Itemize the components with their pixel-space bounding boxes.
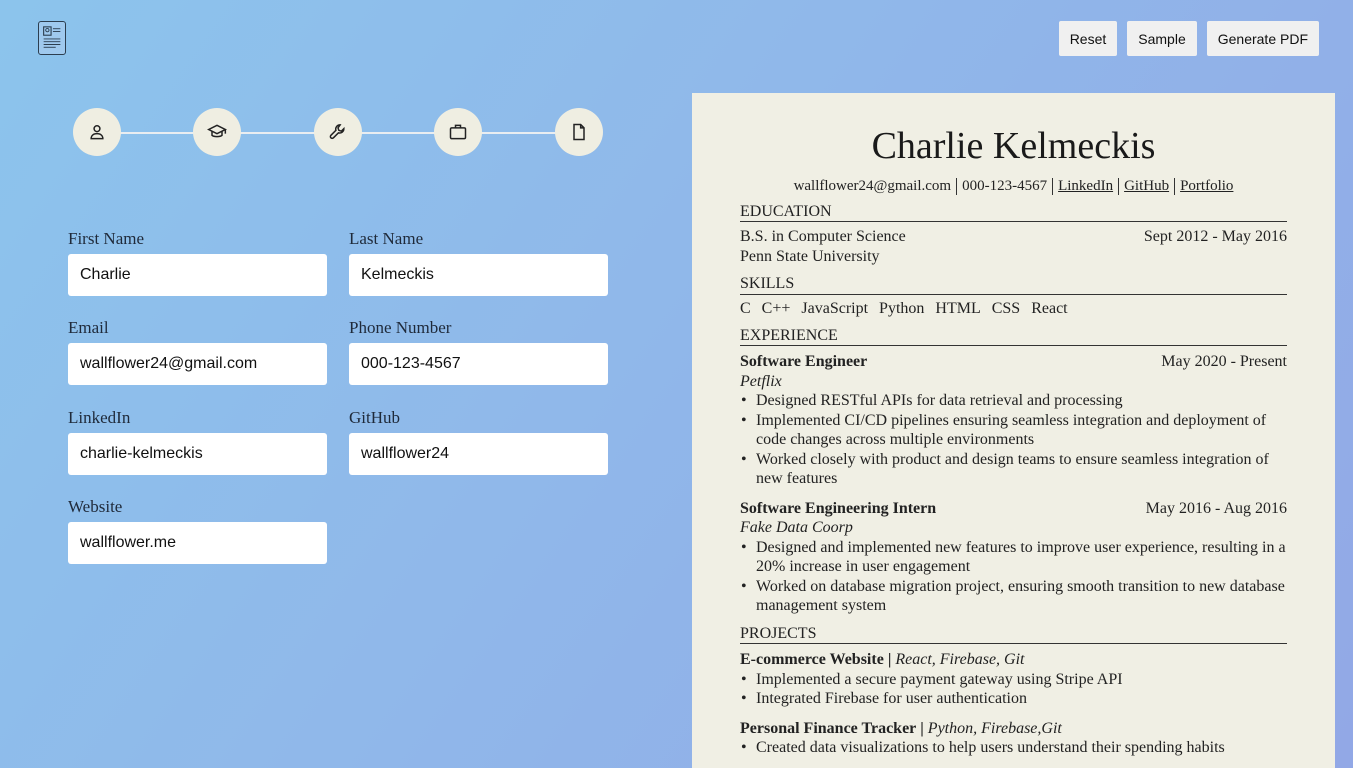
- experience-1-company: Petflix: [740, 372, 1287, 392]
- projects-heading: PROJECTS: [740, 625, 1287, 645]
- user-icon: [90, 124, 104, 140]
- resume-name: Charlie Kelmeckis: [871, 125, 1156, 167]
- section-stepper: [73, 108, 603, 158]
- github-group: GitHub: [349, 408, 608, 475]
- list-item: Implemented a secure payment gateway usi…: [740, 670, 1287, 690]
- phone-input[interactable]: [349, 342, 608, 385]
- skill-item: HTML: [935, 299, 981, 317]
- experience-1-dates: May 2020 - Present: [1161, 353, 1287, 371]
- phone-group: Phone Number: [349, 318, 608, 385]
- experience-1-bullets: Designed RESTful APIs for data retrieval…: [740, 391, 1287, 489]
- project-1-separator: |: [883, 651, 896, 669]
- skill-item: CSS: [991, 299, 1021, 317]
- education-row: B.S. in Computer Science Sept 2012 - May…: [740, 227, 1287, 247]
- list-item: Designed and implemented new features to…: [740, 538, 1287, 577]
- github-label: GitHub: [349, 408, 400, 427]
- resume-preview: Charlie Kelmeckis wallflower24@gmail.com…: [692, 93, 1335, 768]
- linkedin-group: LinkedIn: [68, 408, 327, 475]
- list-item: Created data visualizations to help user…: [740, 738, 1287, 758]
- education-degree: B.S. in Computer Science: [740, 228, 906, 246]
- briefcase-icon: [449, 124, 467, 140]
- experience-heading: EXPERIENCE: [740, 327, 1287, 347]
- resume-linkedin-link[interactable]: LinkedIn: [1053, 178, 1118, 194]
- linkedin-input[interactable]: [68, 432, 327, 475]
- step-experience[interactable]: [434, 108, 482, 156]
- first-name-input[interactable]: [68, 253, 327, 296]
- last-name-group: Last Name: [349, 229, 608, 296]
- list-item: Worked on database migration project, en…: [740, 577, 1287, 616]
- resume-github-link[interactable]: GitHub: [1119, 178, 1174, 194]
- project-2-bullets: Created data visualizations to help user…: [740, 738, 1287, 758]
- last-name-input[interactable]: [349, 253, 608, 296]
- graduation-cap-icon: [207, 124, 227, 138]
- wrench-icon: [329, 124, 345, 140]
- experience-2-bullets: Designed and implemented new features to…: [740, 538, 1287, 616]
- education-heading: EDUCATION: [740, 203, 1287, 223]
- project-1-name: E-commerce Website: [740, 651, 884, 669]
- generate-pdf-button[interactable]: Generate PDF: [1206, 21, 1319, 56]
- project-2-tech: Python, Firebase,Git: [927, 719, 1062, 737]
- experience-2-company: Fake Data Coorp: [740, 518, 1287, 538]
- experience-1-company-text: Petflix: [740, 372, 782, 390]
- email-input[interactable]: [68, 342, 327, 385]
- project-2-separator: |: [916, 719, 928, 737]
- experience-1-title: Software Engineer: [740, 353, 868, 371]
- github-input[interactable]: [349, 432, 608, 475]
- skills-heading: SKILLS: [740, 275, 1287, 295]
- experience-2-title: Software Engineering Intern: [740, 499, 937, 517]
- project-1-bullets: Implemented a secure payment gateway usi…: [740, 670, 1287, 709]
- email-group: Email: [68, 318, 327, 385]
- email-label: Email: [68, 318, 109, 337]
- website-label: Website: [68, 497, 123, 516]
- resume-phone: 000-123-4567: [962, 177, 1048, 194]
- list-item: Designed RESTful APIs for data retrieval…: [740, 391, 1287, 411]
- experience-2-company-text: Fake Data Coorp: [740, 519, 853, 537]
- website-group: Website: [68, 497, 327, 564]
- toolbar: Reset Sample Generate PDF: [1058, 21, 1319, 56]
- education-dates: Sept 2012 - May 2016: [1143, 228, 1287, 246]
- website-input[interactable]: [68, 521, 327, 564]
- project-2-row: Personal Finance Tracker | Python, Fireb…: [740, 719, 1287, 739]
- linkedin-label: LinkedIn: [68, 408, 131, 427]
- reset-button[interactable]: Reset: [1058, 21, 1118, 56]
- resume-email: wallflower24@gmail.com: [793, 177, 952, 194]
- document-icon: [573, 123, 585, 141]
- first-name-label: First Name: [68, 229, 145, 248]
- resume-logo-icon[interactable]: [38, 21, 66, 55]
- sample-button[interactable]: Sample: [1127, 21, 1197, 56]
- step-skills[interactable]: [314, 108, 362, 156]
- list-item: Integrated Firebase for user authenticat…: [740, 689, 1287, 709]
- education-school: Penn State University: [740, 247, 880, 265]
- project-2-name: Personal Finance Tracker: [740, 719, 917, 737]
- phone-label: Phone Number: [349, 318, 452, 337]
- education-school-row: Penn State University: [740, 247, 1287, 267]
- skill-item: JavaScript: [801, 299, 869, 317]
- last-name-label: Last Name: [349, 229, 424, 248]
- experience-2-dates: May 2016 - Aug 2016: [1145, 499, 1287, 517]
- step-personal-info[interactable]: [73, 108, 121, 156]
- experience-1-row: Software Engineer May 2020 - Present: [740, 352, 1287, 372]
- skill-item: React: [1031, 299, 1068, 317]
- step-projects[interactable]: [555, 108, 603, 156]
- step-education[interactable]: [193, 108, 241, 156]
- experience-2-row: Software Engineering Intern May 2016 - A…: [740, 499, 1287, 519]
- project-1-row: E-commerce Website | React, Firebase, Gi…: [740, 650, 1287, 670]
- list-item: Worked closely with product and design t…: [740, 450, 1287, 489]
- project-1-tech: React, Firebase, Git: [895, 651, 1025, 669]
- skill-item: Python: [879, 299, 925, 317]
- first-name-group: First Name: [68, 229, 327, 296]
- list-item: Implemented CI/CD pipelines ensuring sea…: [740, 411, 1287, 450]
- skill-item: C: [740, 299, 751, 317]
- resume-contact: wallflower24@gmail.com 000-123-4567 Linked…: [740, 178, 1287, 195]
- skills-list: C C++ JavaScript Python HTML CSS React: [740, 300, 1287, 318]
- resume-portfolio-link[interactable]: Portfolio: [1175, 178, 1238, 194]
- skill-item: C++: [761, 299, 791, 317]
